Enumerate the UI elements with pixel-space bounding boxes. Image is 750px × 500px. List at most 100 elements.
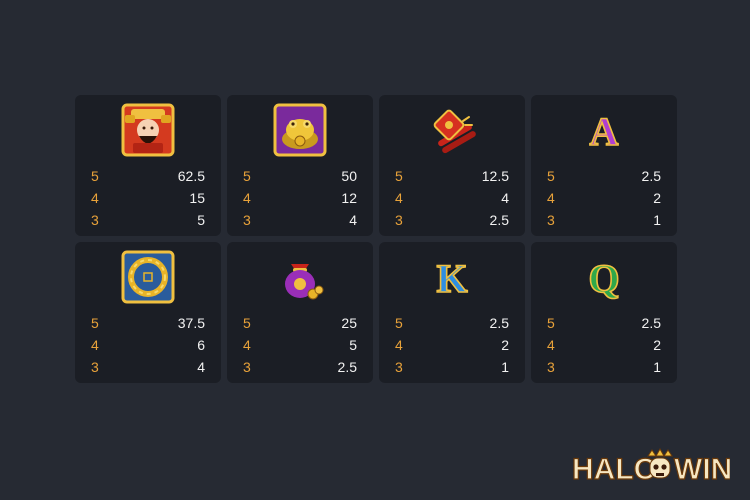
halowin-logo: HALO WIN (570, 446, 730, 486)
money-bag-icon (273, 250, 327, 304)
svg-text:K: K (436, 256, 467, 301)
svg-text:A: A (590, 109, 619, 154)
payout-row: 4 12 (243, 187, 357, 209)
paytable-card-coin-tile: 5 37.5 4 6 3 4 (75, 242, 221, 383)
payout-value: 62.5 (177, 168, 205, 184)
match-count: 5 (91, 315, 99, 331)
payout-row: 4 5 (243, 334, 357, 356)
payout-rows: 5 62.5 4 15 3 5 (91, 165, 205, 231)
paytable-card-letter-k: K 5 2.5 4 2 3 1 (379, 242, 525, 383)
paytable-card-firecracker: 5 12.5 4 4 3 2.5 (379, 95, 525, 236)
match-count: 3 (395, 212, 403, 228)
payout-value: 2 (501, 337, 509, 353)
payout-rows: 5 25 4 5 3 2.5 (243, 312, 357, 378)
match-count: 3 (243, 359, 251, 375)
paytable-card-golden-toad: 5 50 4 12 3 4 (227, 95, 373, 236)
payout-row: 5 2.5 (395, 312, 509, 334)
match-count: 3 (547, 212, 555, 228)
payout-value: 37.5 (177, 315, 205, 331)
payout-row: 4 4 (395, 187, 509, 209)
god-of-wealth-icon (121, 103, 175, 157)
payout-rows: 5 37.5 4 6 3 4 (91, 312, 205, 378)
svg-text:HALO: HALO (572, 453, 657, 486)
payout-row: 3 4 (91, 356, 205, 378)
payout-row: 3 5 (91, 209, 205, 231)
payout-row: 5 62.5 (91, 165, 205, 187)
paytable-card-letter-a: A 5 2.5 4 2 3 1 (531, 95, 677, 236)
match-count: 4 (547, 337, 555, 353)
payout-value: 2.5 (489, 212, 509, 228)
paytable-card-god-of-wealth: 5 62.5 4 15 3 5 (75, 95, 221, 236)
payout-value: 2.5 (641, 168, 661, 184)
payout-rows: 5 50 4 12 3 4 (243, 165, 357, 231)
crown-skull-icon (647, 447, 673, 479)
payout-row: 4 2 (547, 334, 661, 356)
letter-q-icon: Q (577, 250, 631, 304)
firecracker-icon (425, 103, 479, 157)
payout-rows: 5 2.5 4 2 3 1 (547, 165, 661, 231)
payout-rows: 5 2.5 4 2 3 1 (547, 312, 661, 378)
paytable-card-money-bag: 5 25 4 5 3 2.5 (227, 242, 373, 383)
paytable-grid: 5 62.5 4 15 3 5 5 50 4 12 3 4 5 12.5 4 4… (75, 95, 677, 383)
payout-row: 4 15 (91, 187, 205, 209)
match-count: 4 (547, 190, 555, 206)
payout-row: 3 2.5 (243, 356, 357, 378)
match-count: 4 (243, 190, 251, 206)
payout-row: 5 2.5 (547, 312, 661, 334)
payout-value: 4 (197, 359, 205, 375)
match-count: 3 (91, 359, 99, 375)
match-count: 4 (91, 337, 99, 353)
match-count: 5 (547, 168, 555, 184)
payout-row: 5 2.5 (547, 165, 661, 187)
payout-row: 3 4 (243, 209, 357, 231)
payout-value: 2 (653, 337, 661, 353)
payout-rows: 5 2.5 4 2 3 1 (395, 312, 509, 378)
match-count: 3 (91, 212, 99, 228)
payout-row: 4 2 (547, 187, 661, 209)
payout-row: 3 1 (547, 356, 661, 378)
payout-value: 1 (653, 212, 661, 228)
payout-value: 12 (341, 190, 357, 206)
match-count: 3 (547, 359, 555, 375)
paytable-card-letter-q: Q 5 2.5 4 2 3 1 (531, 242, 677, 383)
payout-value: 1 (501, 359, 509, 375)
payout-value: 25 (341, 315, 357, 331)
payout-value: 4 (501, 190, 509, 206)
payout-row: 5 50 (243, 165, 357, 187)
payout-value: 1 (653, 359, 661, 375)
payout-row: 3 1 (547, 209, 661, 231)
payout-value: 15 (189, 190, 205, 206)
letter-k-icon: K (425, 250, 479, 304)
match-count: 5 (91, 168, 99, 184)
payout-value: 50 (341, 168, 357, 184)
payout-row: 4 6 (91, 334, 205, 356)
payout-value: 12.5 (481, 168, 509, 184)
golden-toad-icon (273, 103, 327, 157)
match-count: 4 (91, 190, 99, 206)
payout-value: 2 (653, 190, 661, 206)
payout-row: 5 25 (243, 312, 357, 334)
payout-rows: 5 12.5 4 4 3 2.5 (395, 165, 509, 231)
match-count: 3 (395, 359, 403, 375)
payout-value: 4 (349, 212, 357, 228)
payout-row: 5 12.5 (395, 165, 509, 187)
match-count: 4 (395, 337, 403, 353)
match-count: 5 (243, 168, 251, 184)
payout-row: 4 2 (395, 334, 509, 356)
payout-value: 2.5 (489, 315, 509, 331)
match-count: 4 (395, 190, 403, 206)
coin-tile-icon (121, 250, 175, 304)
payout-row: 3 1 (395, 356, 509, 378)
payout-row: 3 2.5 (395, 209, 509, 231)
letter-a-icon: A (577, 103, 631, 157)
payout-value: 2.5 (641, 315, 661, 331)
match-count: 3 (243, 212, 251, 228)
payout-value: 5 (349, 337, 357, 353)
match-count: 5 (547, 315, 555, 331)
match-count: 5 (243, 315, 251, 331)
svg-text:Q: Q (588, 256, 619, 301)
payout-row: 5 37.5 (91, 312, 205, 334)
payout-value: 6 (197, 337, 205, 353)
payout-value: 2.5 (337, 359, 357, 375)
match-count: 5 (395, 168, 403, 184)
